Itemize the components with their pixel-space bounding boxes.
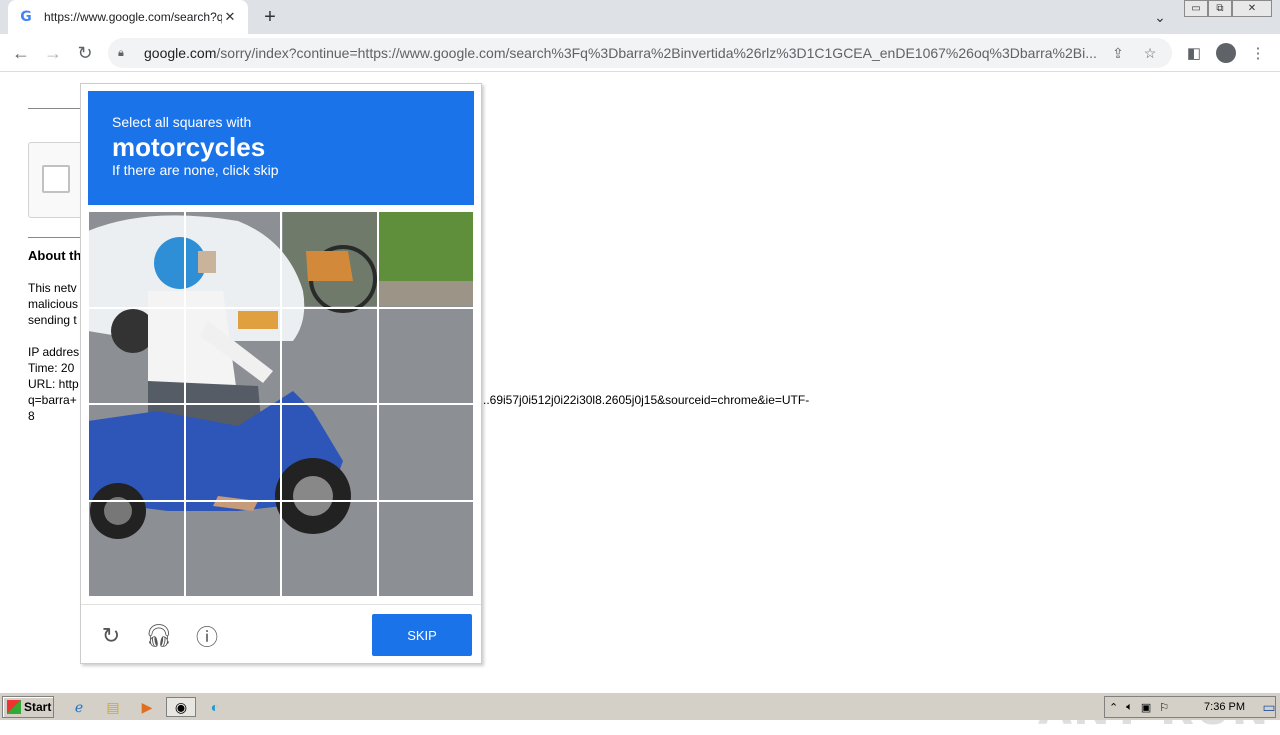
kebab-menu-icon[interactable]: ⋮ xyxy=(1247,42,1269,64)
back-arrow-icon[interactable]: ← xyxy=(8,40,34,66)
para-line: malicious xyxy=(28,297,79,311)
captcha-tile[interactable] xyxy=(184,307,281,404)
share-icon[interactable]: ⇪ xyxy=(1106,45,1130,62)
captcha-tile[interactable] xyxy=(281,500,378,597)
chrome-taskbar-icon[interactable]: ◉ xyxy=(166,697,196,717)
browser-tab[interactable]: G https://www.google.com/search?q= ✕ xyxy=(8,0,248,34)
url-text: google.com/sorry/index?continue=https://… xyxy=(144,45,1097,61)
minimize-button[interactable]: ▭ xyxy=(1184,0,1208,17)
captcha-target: motorcycles xyxy=(112,132,266,162)
show-desktop-icon[interactable]: ▭ xyxy=(1258,697,1280,717)
captcha-tile[interactable] xyxy=(377,307,474,404)
google-favicon-icon: G xyxy=(20,9,32,25)
captcha-header: Select all squares with motorcycles If t… xyxy=(88,91,474,205)
captcha-tile[interactable] xyxy=(281,211,378,308)
reload-icon[interactable]: ↻ xyxy=(72,40,98,66)
captcha-tile[interactable] xyxy=(88,404,185,501)
captcha-tile[interactable] xyxy=(281,404,378,501)
captcha-tile[interactable] xyxy=(281,307,378,404)
divider xyxy=(28,108,88,109)
lock-icon[interactable]: 🔒︎ xyxy=(118,47,132,60)
tab-strip: G https://www.google.com/search?q= ✕ + ⌄… xyxy=(0,0,1280,34)
action-center-flag-icon[interactable]: ⚐ xyxy=(1159,701,1169,714)
edge-icon[interactable]: ◐ xyxy=(204,697,226,717)
about-heading: About th xyxy=(28,248,82,263)
volume-icon[interactable]: 🔈︎ xyxy=(1126,701,1133,714)
divider xyxy=(28,237,88,238)
captcha-tile[interactable] xyxy=(88,307,185,404)
windows-flag-icon xyxy=(7,700,21,714)
audio-challenge-headphones-icon[interactable]: 🎧︎ xyxy=(145,623,173,649)
para-line: sending t xyxy=(28,313,77,327)
recaptcha-widget[interactable] xyxy=(28,142,88,218)
tab-title: https://www.google.com/search?q= xyxy=(44,10,222,24)
captcha-hint: If there are none, click skip xyxy=(112,162,279,178)
captcha-tile[interactable] xyxy=(184,500,281,597)
restore-button[interactable]: ⧉ xyxy=(1208,0,1232,17)
captcha-tile[interactable] xyxy=(377,404,474,501)
time-line: Time: 20 xyxy=(28,361,75,375)
window-close-button[interactable]: ✕ xyxy=(1232,0,1272,17)
url-line: URL: http xyxy=(28,377,79,391)
captcha-tile[interactable] xyxy=(377,211,474,308)
captcha-challenge-dialog: Select all squares with motorcycles If t… xyxy=(80,83,482,664)
new-tab-button[interactable]: + xyxy=(258,5,282,29)
url-continuation-line: q=barra+ xyxy=(28,393,77,407)
captcha-tile[interactable] xyxy=(88,500,185,597)
tab-search-chevron-icon[interactable]: ⌄ xyxy=(1150,7,1170,27)
captcha-tile[interactable] xyxy=(184,404,281,501)
profile-icon[interactable] xyxy=(1215,42,1237,64)
captcha-image-grid xyxy=(88,211,474,597)
tray-expand-icon[interactable]: ⌃ xyxy=(1109,701,1118,714)
forward-arrow-icon[interactable]: → xyxy=(40,40,66,66)
captcha-footer: ↻ 🎧︎ ⓘ SKIP xyxy=(81,604,481,664)
captcha-tile[interactable] xyxy=(184,211,281,308)
address-bar[interactable]: 🔒︎ google.com/sorry/index?continue=https… xyxy=(108,38,1172,68)
bookmark-star-icon[interactable]: ☆ xyxy=(1138,45,1162,62)
clock[interactable]: 7:36 PM xyxy=(1204,701,1245,713)
media-player-icon[interactable]: ▶ xyxy=(136,697,158,717)
url-tail-line-2: 8 xyxy=(28,409,35,423)
start-button[interactable]: Start xyxy=(2,696,54,718)
para-line: This netv xyxy=(28,281,77,295)
info-icon[interactable]: ⓘ xyxy=(194,623,220,650)
system-tray: ⌃ 🔈︎ ▣ ⚐ 7:36 PM xyxy=(1104,696,1276,718)
captcha-tile[interactable] xyxy=(377,500,474,597)
ip-address-line: IP addres xyxy=(28,345,80,359)
captcha-instruction: Select all squares with xyxy=(112,114,252,130)
captcha-tile[interactable] xyxy=(88,211,185,308)
internet-explorer-icon[interactable]: ℯ xyxy=(68,697,90,717)
recaptcha-checkbox[interactable] xyxy=(42,165,70,193)
tab-close-icon[interactable]: ✕ xyxy=(222,9,238,25)
avatar xyxy=(1216,43,1236,63)
file-explorer-icon[interactable]: ▤ xyxy=(102,697,124,717)
skip-button[interactable]: SKIP xyxy=(372,614,472,656)
url-tail-line: ..69i57j0i512j0i22i30l8.2605j0j15&source… xyxy=(483,393,810,407)
browser-toolbar: ← → ↻ 🔒︎ google.com/sorry/index?continue… xyxy=(0,34,1280,72)
taskbar: Start ℯ ▤ ▶ ◉ ◐ ⌃ 🔈︎ ▣ ⚐ 7:36 PM ▭ xyxy=(0,692,1280,720)
reload-challenge-icon[interactable]: ↻ xyxy=(98,623,124,649)
side-panel-icon[interactable]: ◧ xyxy=(1183,42,1205,64)
network-icon[interactable]: ▣ xyxy=(1141,701,1151,714)
